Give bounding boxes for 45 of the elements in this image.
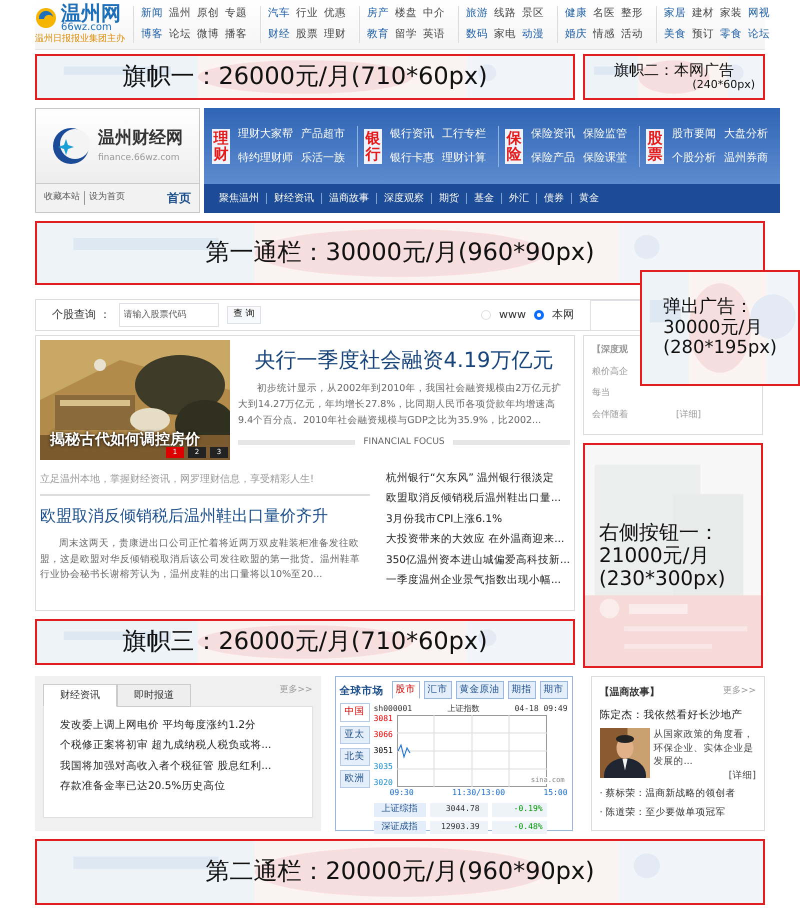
ad-label: 旗帜一：26000元/月(710*60px) — [122, 63, 488, 91]
quote-value: 3044.78 — [430, 803, 488, 817]
summary-text: 初步统计显示，从2002年到2010年，我国社会融资规模由2万亿元扩大到14.27万亿元，年均增长27.8%，比同期人民币各项贷款年均增速高9.4个百分点。2010年社会融资规模与GDP之比为35.9%，比2002... — [238, 382, 562, 428]
ad-label: 第二通栏：20000元/月(960*90px) — [206, 858, 594, 886]
axis-tick-label: 3081 — [374, 715, 393, 724]
axis-tick-label: 3020 — [374, 779, 393, 788]
category-title: 股票 — [646, 128, 664, 164]
ad-label: 旗帜三：26000元/月(710*60px) — [122, 628, 488, 656]
ad-label: (240*60px) — [692, 79, 755, 92]
axis-tick-label: 09:30 — [390, 787, 414, 800]
category-title: 保险 — [505, 128, 523, 164]
ad-label: 弹出广告： 30000元/月 (280*195px) — [663, 296, 777, 360]
slide-caption: 揭秘古代如何调控房价 — [50, 429, 200, 448]
axis-tick-label: 3066 — [374, 731, 393, 740]
axis-tick-label: 3051 — [374, 747, 393, 756]
section-divider-label: FINANCIAL FOCUS — [363, 436, 445, 450]
summary-text: 从国家政策的角度看，环保企业、实体企业是发展的... — [654, 728, 755, 770]
category-title: 银行 — [364, 128, 382, 164]
category-title: 理财 — [212, 128, 230, 164]
radio-label: 本网 — [552, 306, 574, 323]
axis-tick-label: 3035 — [374, 763, 393, 772]
summary-text: 每当 — [592, 387, 610, 400]
box-title: 【深度观 — [592, 344, 628, 357]
box-title: 【温商故事】 — [600, 685, 660, 700]
ad-label: 旗帜二：本网广告 — [614, 62, 734, 80]
widget-title: 全球市场 — [340, 684, 384, 698]
logo-text: 温州财经网 — [98, 127, 183, 150]
quote-change: -0.48% — [492, 820, 547, 834]
ad-label: 右侧按钮一： 21000元/月 (230*300px) — [599, 521, 726, 590]
index-name: 上证指数 — [447, 703, 480, 716]
story-text: 周末这两天，贵康进出口公司正忙着将近两万双皮鞋装柜准备发往欧盟，这是欧盟对华反倾销税取消后该公司发往欧盟的第一批货。温州鞋革行业协会秘书长谢榕芳认为，温州皮鞋的出口量将以10%至20... — [40, 537, 361, 582]
quote-change: -0.19% — [492, 803, 547, 817]
radio-label: www — [499, 306, 526, 323]
quote-value: 12903.39 — [430, 820, 488, 834]
search-label: 个股查询 ： — [52, 306, 110, 323]
axis-tick-label: 15:00 — [543, 787, 568, 800]
logo-domain: finance.66wz.com — [98, 152, 181, 165]
quote-time: 04-18 09:49 — [514, 703, 568, 716]
slogan-text: 立足温州本地，掌握财经资讯，网罗理财信息，享受精彩人生! — [40, 468, 370, 496]
logo-tagline: 温州日报报业集团主办 — [35, 32, 125, 46]
index-code: sh000001 — [374, 703, 412, 715]
axis-tick-label: 11:30/13:00 — [452, 787, 506, 800]
summary-text: 会伴随着 — [592, 408, 628, 422]
logo-text: 温州网 — [61, 2, 121, 23]
logo-domain: 66wz.com — [61, 22, 112, 33]
